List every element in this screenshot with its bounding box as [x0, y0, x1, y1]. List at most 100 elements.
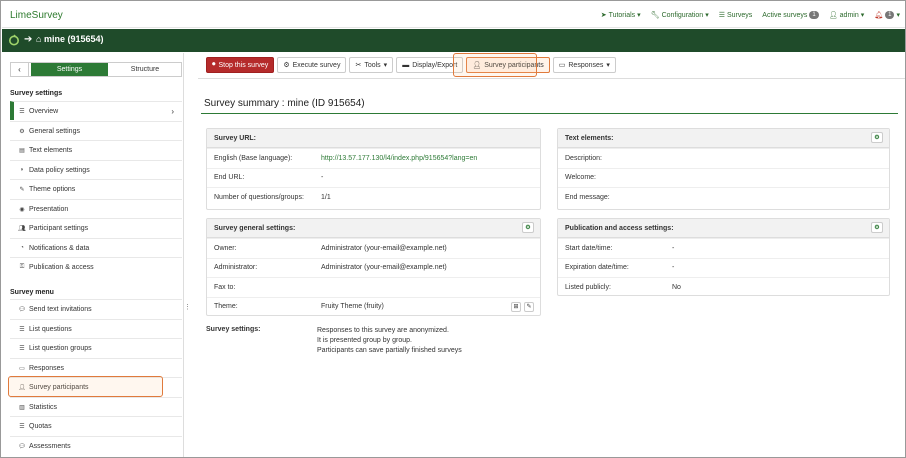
comment-icon: 💬︎ — [18, 443, 26, 450]
responses-dropdown[interactable]: ▭ Responses ▾ — [552, 57, 616, 73]
sidebar-item-general-settings[interactable]: ⚙ General settings — [10, 121, 182, 140]
comment-o-icon: ▭ — [19, 365, 25, 372]
sidebar-item-presentation[interactable]: ◉ Presentation — [10, 199, 182, 218]
sidebar-item-overview[interactable]: ☰ Overview › — [10, 101, 182, 120]
top-nav-menu: ➤ Tutorials ▾ 🔧︎ Configuration ▾ ☰ Surve… — [601, 11, 900, 19]
sidebar-item-publication[interactable]: ⚿ Publication & access — [10, 257, 182, 276]
bar-chart-icon: ▥ — [19, 404, 25, 411]
survey-url-link[interactable]: http://13.57.177.130/l4/index.php/915654… — [321, 155, 477, 162]
survey-title[interactable]: ⌂ mine (915654) — [36, 34, 104, 44]
users-icon: 👥︎ — [18, 225, 26, 232]
cogs-icon: ⚙ — [874, 225, 880, 231]
table-row: Fax to: — [207, 277, 540, 297]
stop-survey-button[interactable]: ⏺ Stop this survey — [206, 57, 275, 73]
tutorials-menu[interactable]: ➤ Tutorials ▾ — [601, 11, 641, 20]
user-icon: 👤︎ — [828, 12, 838, 19]
list-icon: ☰ — [19, 326, 25, 333]
chevron-left-icon: ‹ — [18, 65, 21, 74]
sidebar-item-list-question-groups[interactable]: ☰ List question groups — [10, 338, 182, 357]
edit-publication-button[interactable]: ⚙ — [871, 222, 883, 233]
notifications-badge: 1 — [885, 11, 895, 19]
general-settings-panel: Survey general settings: ⚙ Owner: Admini… — [206, 218, 541, 316]
sidebar-resize-handle[interactable]: ⋮ — [184, 303, 191, 311]
caret-down-icon: ▾ — [705, 12, 709, 19]
sidebar-item-responses[interactable]: ▭ Responses — [10, 358, 182, 377]
list-icon: ☰ — [19, 345, 25, 352]
bell-icon: 🔔︎ — [874, 12, 884, 19]
survey-settings-summary: Responses to this survey are anonymized.… — [317, 326, 462, 356]
comments-icon: ▭ — [558, 62, 566, 69]
folder-icon: ▬ — [402, 61, 410, 69]
survey-url-panel: Survey URL: English (Base language): htt… — [206, 128, 541, 210]
survey-toolbar: ⏺ Stop this survey ⚙ Execute survey ✂ To… — [206, 57, 616, 73]
sidebar-item-text-elements[interactable]: ▤ Text elements — [10, 140, 182, 159]
table-row: Expiration date/time: - — [558, 257, 889, 278]
surveys-link[interactable]: ☰ Surveys — [719, 11, 753, 20]
list-icon: ☰ — [19, 108, 25, 115]
chevron-right-icon: › — [171, 106, 174, 116]
table-row: Start date/time: - — [558, 238, 889, 258]
sidebar-item-participant-settings[interactable]: 👥︎ Participant settings — [10, 218, 182, 237]
settings-line: It is presented group by group. — [317, 337, 412, 344]
wrench-icon: 🔧︎ — [650, 12, 660, 19]
sidebar-item-statistics[interactable]: ▥ Statistics — [10, 397, 182, 416]
text-elements-panel: Text elements: ⚙ Description: Welcome: E… — [557, 128, 890, 210]
sidebar-item-send-invitations[interactable]: 💬︎ Send text invitations — [10, 299, 182, 318]
survey-settings-label: Survey settings: — [206, 326, 261, 333]
execute-survey-button[interactable]: ⚙ Execute survey — [277, 57, 347, 73]
shield-icon: ◗ — [20, 167, 24, 173]
theme-editor-button[interactable]: ⊞ — [511, 301, 521, 312]
brand-logo[interactable]: LimeSurvey — [10, 10, 63, 21]
table-row: Administrator: Administrator (your-email… — [207, 257, 540, 278]
table-row: Number of questions/groups: 1/1 — [207, 187, 540, 207]
section-survey-menu: Survey menu — [10, 289, 54, 296]
tasks-icon: ☰ — [19, 423, 25, 430]
table-row: Description: — [558, 148, 889, 168]
stop-icon: ⏺ — [212, 61, 216, 68]
cogs-icon: ⚙ — [874, 135, 880, 141]
gears-icon: ⚙ — [19, 128, 25, 135]
table-row: Listed publicly: No — [558, 277, 889, 297]
tools-dropdown[interactable]: ✂ Tools ▾ — [349, 57, 394, 73]
edit-settings-button[interactable]: ⚙ — [522, 222, 534, 233]
eye-icon: ◉ — [19, 206, 25, 213]
sidebar-item-quotas[interactable]: ☰ Quotas — [10, 416, 182, 435]
grid-icon: ⊞ — [513, 304, 519, 310]
limesurvey-icon[interactable] — [8, 34, 20, 46]
toolbar-divider — [198, 78, 905, 79]
sidebar: ‹ Settings Structure Survey settings ☰ O… — [2, 53, 184, 457]
tools-icon: ✂ — [355, 62, 362, 69]
cogs-icon: ⚙ — [525, 225, 531, 231]
feed-icon: ◔ — [20, 245, 24, 251]
home-icon: ⌂ — [36, 34, 42, 44]
tab-settings[interactable]: Settings — [31, 63, 108, 76]
active-surveys-badge: 1 — [809, 11, 819, 19]
caret-down-icon: ▾ — [896, 12, 900, 19]
caret-down-icon: ▾ — [606, 62, 610, 69]
sidebar-item-list-questions[interactable]: ☰ List questions — [10, 319, 182, 338]
active-surveys-link[interactable]: Active surveys 1 — [762, 11, 819, 19]
admin-menu[interactable]: 👤︎ admin ▾ — [828, 11, 864, 20]
configuration-menu[interactable]: 🔧︎ Configuration ▾ — [650, 11, 709, 20]
survey-header-bar: ➔ ⌂ mine (915654) — [2, 29, 905, 52]
settings-line: Responses to this survey are anonymized. — [317, 327, 449, 334]
table-row: Owner: Administrator (your-email@example… — [207, 238, 540, 258]
notifications-menu[interactable]: 🔔︎ 1 ▾ — [874, 11, 900, 19]
key-icon: ⚿ — [19, 263, 25, 270]
theme-options-button[interactable]: ✎ — [524, 301, 534, 312]
tab-structure[interactable]: Structure — [108, 63, 182, 76]
panel-heading: Survey general settings: ⚙ — [207, 219, 540, 238]
sidebar-tab-switch: ‹ Settings Structure — [10, 62, 182, 77]
publication-access-panel: Publication and access settings: ⚙ Start… — [557, 218, 890, 296]
sidebar-item-data-policy[interactable]: ◗ Data policy settings — [10, 160, 182, 179]
edit-text-elements-button[interactable]: ⚙ — [871, 132, 883, 143]
cog-icon: ⚙ — [283, 62, 290, 69]
panel-heading: Text elements: ⚙ — [558, 129, 889, 148]
title-underline — [201, 113, 898, 114]
brush-icon: ✎ — [526, 304, 532, 310]
page-title: Survey summary : mine (ID 915654) — [204, 98, 365, 109]
sidebar-item-assessments[interactable]: 💬︎ Assessments — [10, 436, 182, 455]
collapse-sidebar-button[interactable]: ‹ — [11, 63, 29, 76]
sidebar-item-notifications[interactable]: ◔ Notifications & data — [10, 238, 182, 257]
sidebar-item-theme-options[interactable]: ✎ Theme options — [10, 179, 182, 198]
